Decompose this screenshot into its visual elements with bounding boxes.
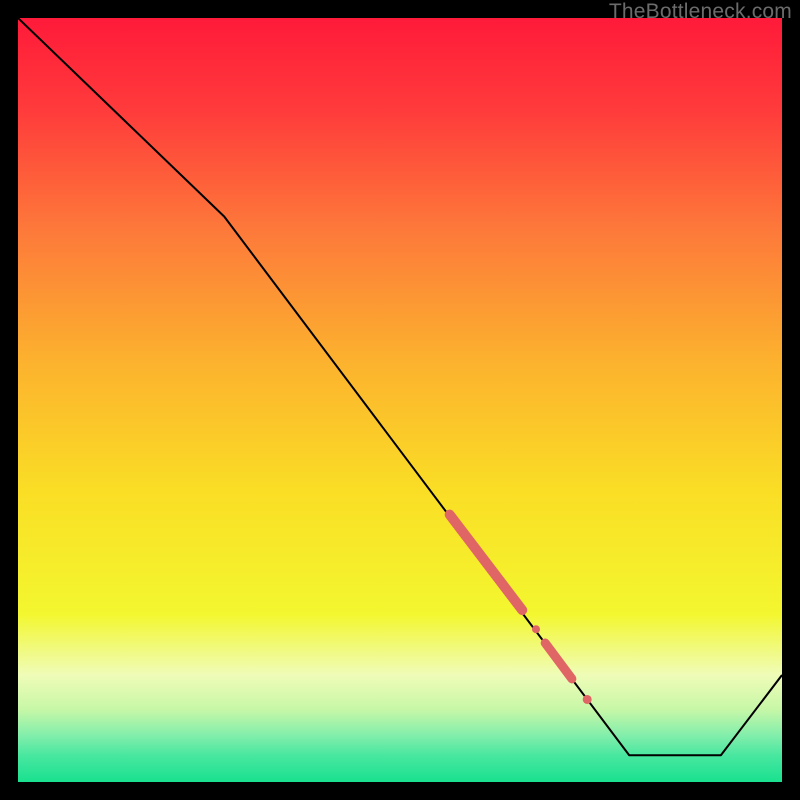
plot-area <box>18 18 782 782</box>
gradient-background <box>18 18 782 782</box>
chart-svg <box>18 18 782 782</box>
marker-dot-3 <box>583 695 592 704</box>
chart-frame: TheBottleneck.com <box>0 0 800 800</box>
watermark-text: TheBottleneck.com <box>609 0 792 24</box>
marker-dot-1 <box>532 625 540 633</box>
